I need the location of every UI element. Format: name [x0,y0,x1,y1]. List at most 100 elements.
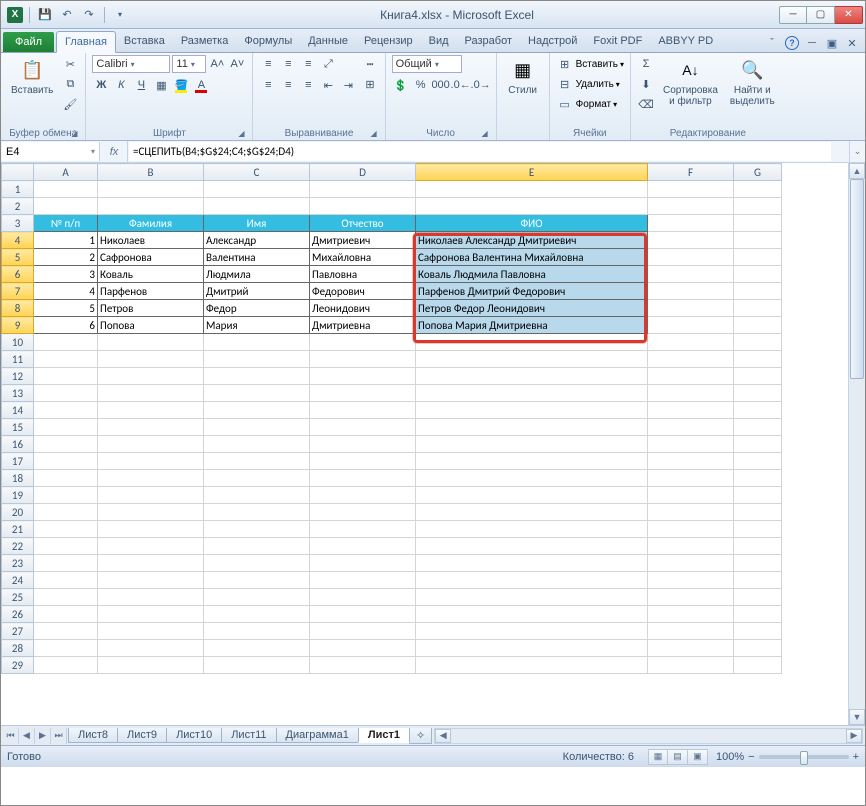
cell[interactable] [648,232,734,249]
increase-decimal-icon[interactable]: .0← [452,76,470,94]
cell[interactable]: Николаев [98,232,204,249]
cell[interactable]: Валентина [204,249,310,266]
cell[interactable] [310,555,416,572]
cell[interactable] [98,436,204,453]
cell[interactable] [648,198,734,215]
cell[interactable]: 3 [34,266,98,283]
cell[interactable] [648,419,734,436]
tab-nav-next-icon[interactable]: ▶ [35,728,51,744]
row-header[interactable]: 27 [2,623,34,640]
cell[interactable] [734,436,782,453]
row-header[interactable]: 17 [2,453,34,470]
cell[interactable] [98,657,204,674]
cell[interactable] [98,385,204,402]
cell[interactable] [204,198,310,215]
cell[interactable] [648,589,734,606]
formula-input[interactable]: =СЦЕПИТЬ(B4;$G$24;C4;$G$24;D4) [129,142,831,161]
cell[interactable] [34,487,98,504]
cell[interactable] [204,351,310,368]
cell[interactable] [416,181,648,198]
cell[interactable]: 1 [34,232,98,249]
cell[interactable] [734,470,782,487]
row-header[interactable]: 24 [2,572,34,589]
file-tab[interactable]: Файл [3,32,54,52]
doc-close-icon[interactable]: ✕ [845,36,859,50]
view-normal-icon[interactable]: ▦ [648,749,668,765]
zoom-in-button[interactable]: + [853,751,859,763]
cell[interactable] [734,249,782,266]
cell[interactable] [734,317,782,334]
format-painter-icon[interactable]: 🖌 [61,95,79,113]
cell[interactable] [204,521,310,538]
cell[interactable] [416,555,648,572]
cell[interactable] [34,572,98,589]
cell[interactable] [98,589,204,606]
cell[interactable] [416,521,648,538]
cell[interactable] [416,436,648,453]
cell[interactable] [734,640,782,657]
row-header[interactable]: 11 [2,351,34,368]
cell[interactable] [204,657,310,674]
cell[interactable] [648,538,734,555]
cell[interactable] [416,470,648,487]
row-header[interactable]: 22 [2,538,34,555]
ribbon-tab[interactable]: Foxit PDF [585,31,650,52]
row-header[interactable]: 29 [2,657,34,674]
row-header[interactable]: 20 [2,504,34,521]
cell[interactable]: Дмитриевич [310,232,416,249]
cell[interactable] [98,572,204,589]
ribbon-tab[interactable]: Формулы [236,31,300,52]
fill-color-icon[interactable]: 🪣 [172,76,190,94]
minimize-button[interactable]: ─ [779,6,807,24]
sheet-tab[interactable]: Лист11 [221,728,276,743]
wrap-text-button[interactable]: ┅ [361,55,378,73]
cell[interactable] [204,504,310,521]
cell[interactable] [416,504,648,521]
align-right-icon[interactable]: ≡ [299,76,317,94]
cell[interactable] [34,640,98,657]
cell[interactable] [310,198,416,215]
orientation-icon[interactable]: ⤢ [319,55,337,73]
cell[interactable] [310,453,416,470]
cell[interactable] [416,572,648,589]
scroll-right-icon[interactable]: ▶ [846,729,862,743]
border-icon[interactable]: ▦ [152,76,170,94]
cell[interactable] [734,232,782,249]
cell[interactable]: Павловна [310,266,416,283]
row-header[interactable]: 2 [2,198,34,215]
cell[interactable] [98,419,204,436]
cell[interactable] [204,640,310,657]
new-sheet-button[interactable]: ✧ [409,728,432,744]
underline-icon[interactable]: Ч [132,76,150,94]
cell[interactable] [648,402,734,419]
fx-button[interactable]: fx [105,143,123,161]
row-header[interactable]: 19 [2,487,34,504]
row-header[interactable]: 15 [2,419,34,436]
cell[interactable]: 6 [34,317,98,334]
cell[interactable] [34,402,98,419]
doc-restore-icon[interactable]: ▣ [825,36,839,50]
cell[interactable] [204,436,310,453]
cell[interactable]: 4 [34,283,98,300]
cell[interactable] [34,334,98,351]
italic-icon[interactable]: К [112,76,130,94]
cell[interactable] [204,538,310,555]
find-select-button[interactable]: 🔍 Найти и выделить [726,55,779,109]
cell[interactable] [416,538,648,555]
col-header[interactable]: F [648,164,734,181]
ribbon-tab[interactable]: Главная [56,31,116,53]
cut-icon[interactable]: ✂ [61,55,79,73]
cell[interactable]: Петров [98,300,204,317]
maximize-button[interactable]: ▢ [807,6,835,24]
paste-button[interactable]: 📋 Вставить [7,55,57,98]
dialog-launcher-icon[interactable]: ◢ [369,129,379,139]
save-icon[interactable]: 💾 [36,6,54,24]
cell[interactable] [204,402,310,419]
cell[interactable] [648,249,734,266]
select-all-corner[interactable] [2,164,34,181]
cell[interactable] [310,181,416,198]
cell[interactable] [734,453,782,470]
redo-icon[interactable]: ↷ [80,6,98,24]
expand-formula-icon[interactable]: ⌄ [849,141,865,162]
row-header[interactable]: 26 [2,606,34,623]
